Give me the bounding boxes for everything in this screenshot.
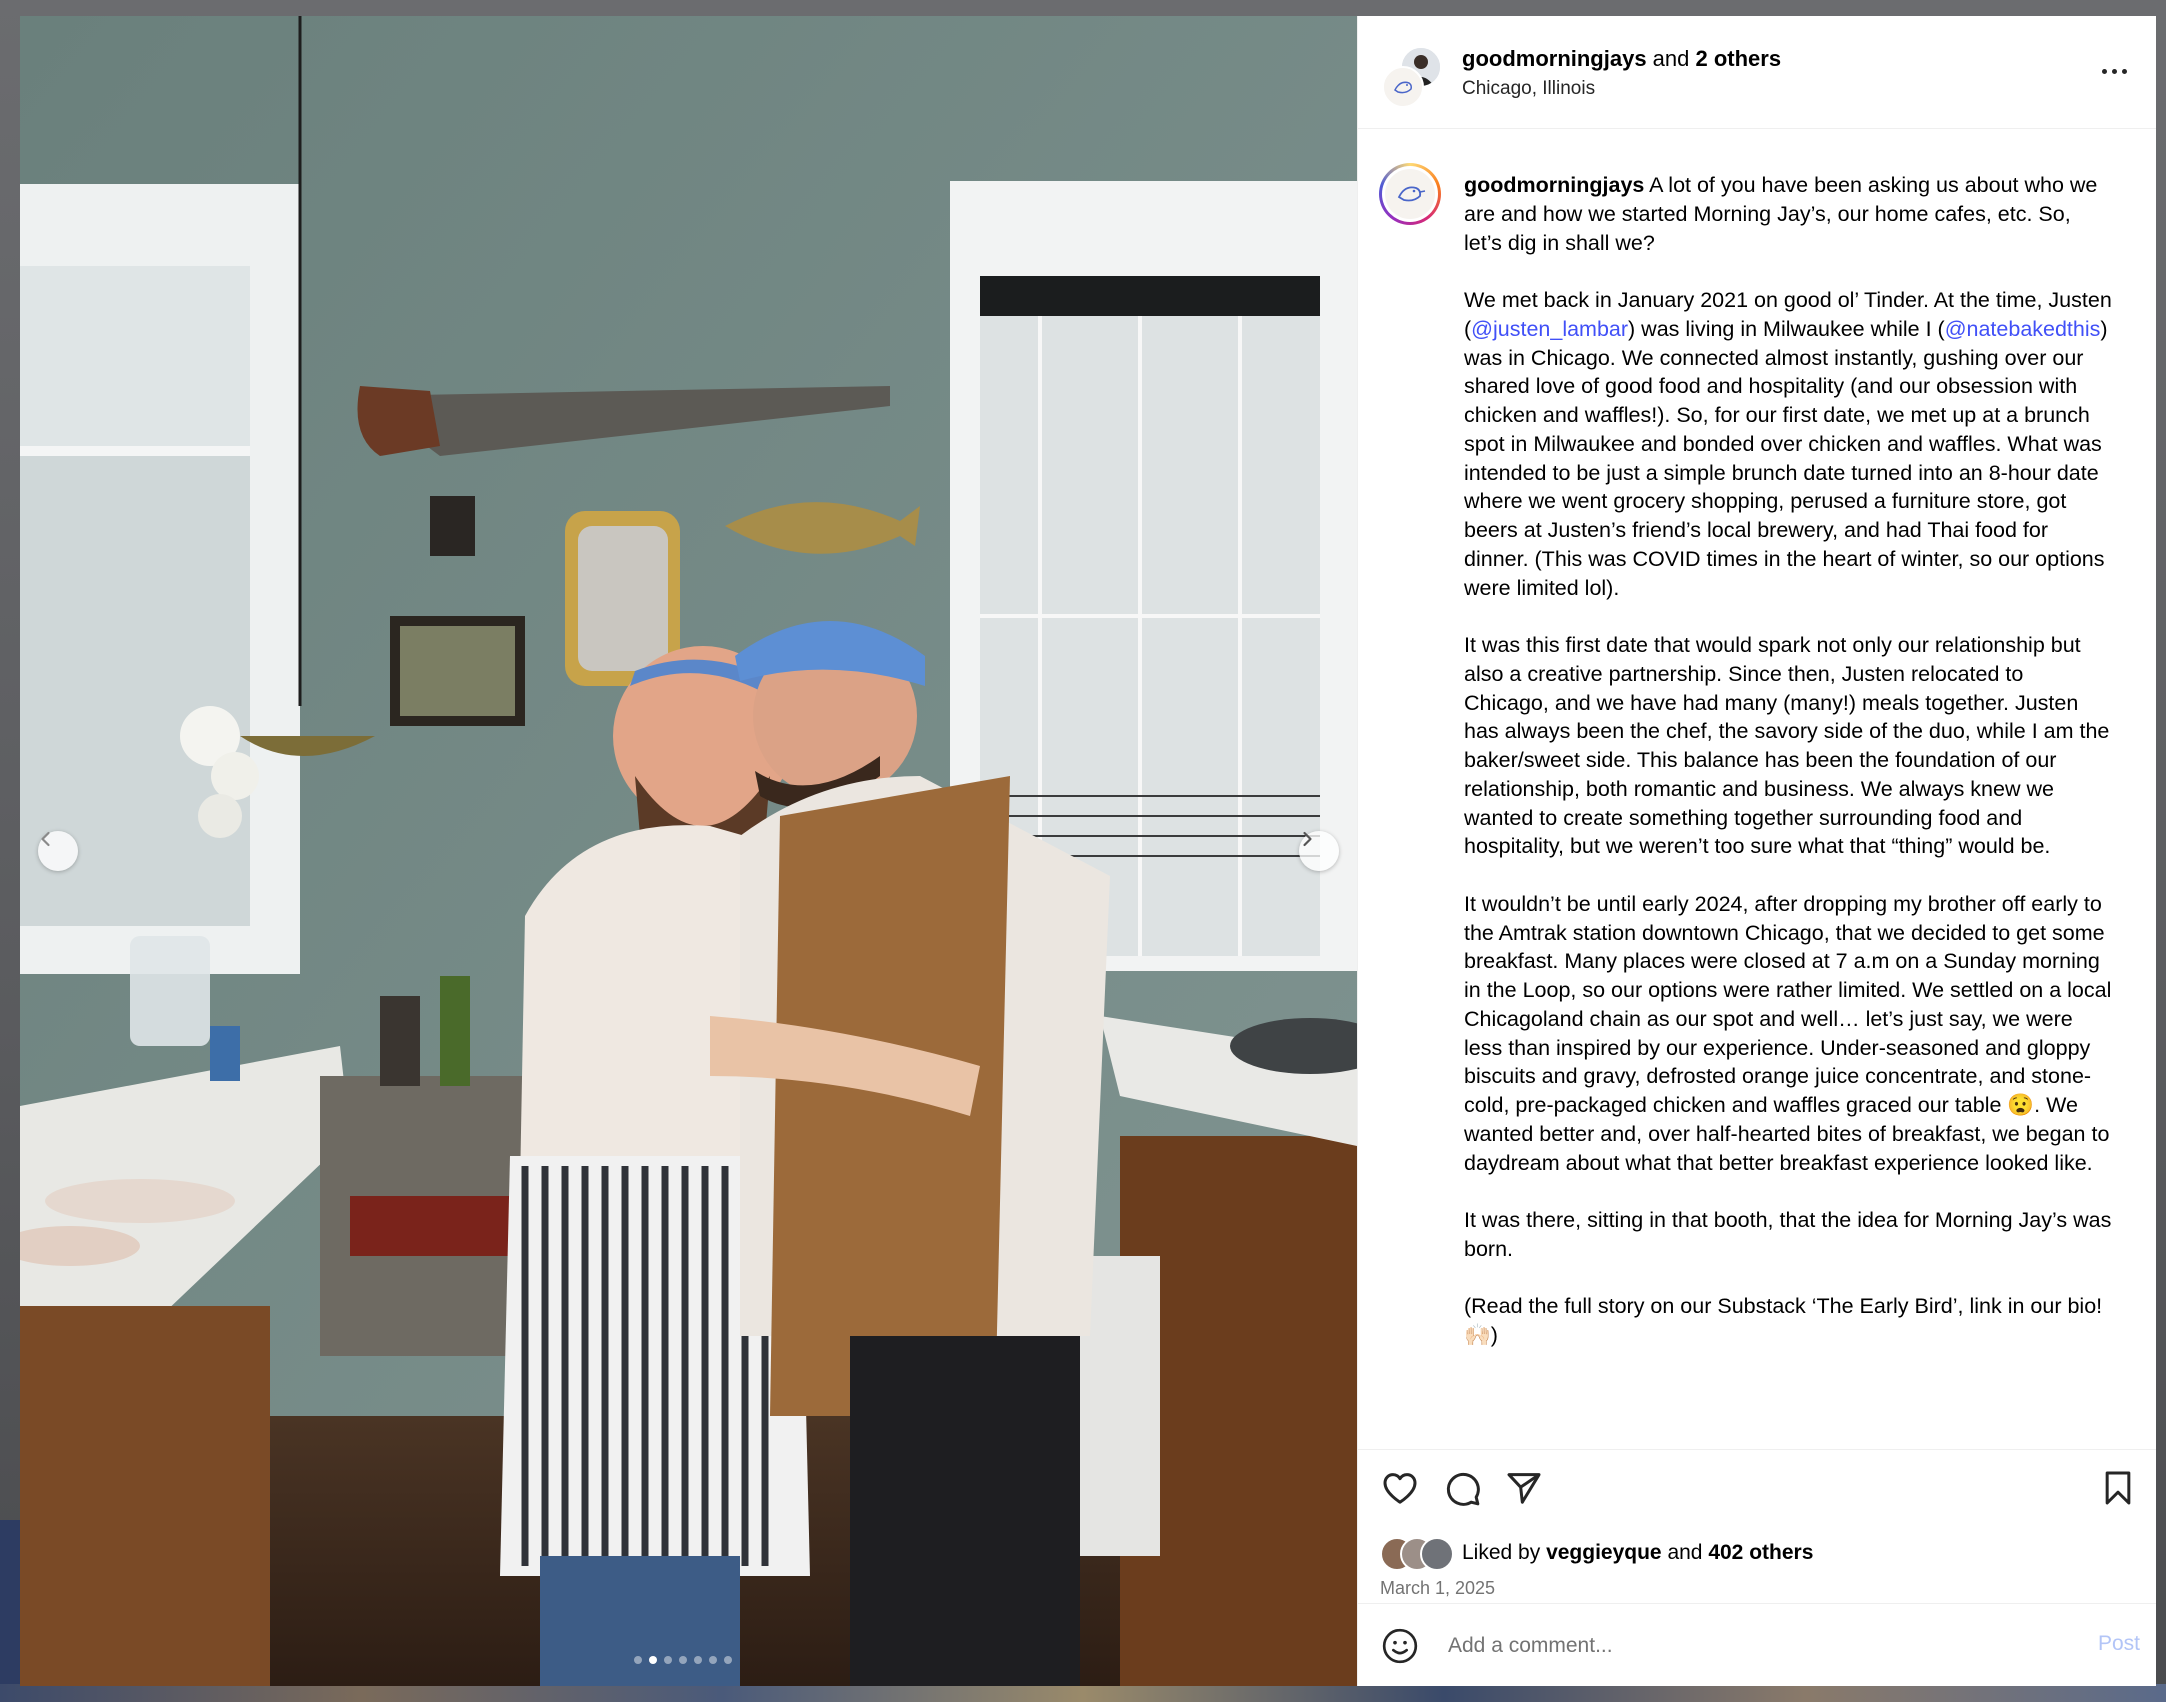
chevron-left-icon: [41, 831, 50, 847]
carousel-next-button[interactable]: [1299, 831, 1339, 871]
others-link[interactable]: 2 others: [1696, 46, 1782, 71]
author-username[interactable]: goodmorningjays: [1462, 46, 1647, 71]
ellipsis-icon: [2121, 68, 2127, 74]
more-options-button[interactable]: [2094, 56, 2134, 86]
liker-avatar: [1420, 1537, 1454, 1571]
liker-username[interactable]: veggieyque: [1546, 1541, 1662, 1564]
caption-scroll-area[interactable]: goodmorningjays A lot of you have been a…: [1358, 129, 2156, 1449]
emoji-button[interactable]: [1380, 1626, 1420, 1671]
caption-paragraph: (Read the full story on our Substack ‘Th…: [1464, 1294, 2103, 1347]
carousel-dot-active[interactable]: [649, 1656, 657, 1664]
bird-logo-icon: [1397, 186, 1426, 202]
paper-plane-icon: [1507, 1473, 1541, 1504]
caption-username[interactable]: goodmorningjays: [1464, 173, 1644, 197]
post-comment-button[interactable]: Post: [2098, 1632, 2140, 1656]
carousel-dot[interactable]: [679, 1656, 687, 1664]
carousel-dot[interactable]: [664, 1656, 672, 1664]
save-button[interactable]: [2098, 1468, 2138, 1513]
carousel-prev-button[interactable]: [38, 831, 78, 871]
post-modal: goodmorningjays and 2 others Chicago, Il…: [20, 16, 2156, 1686]
caption-paragraph: It was there, sitting in that booth, tha…: [1464, 1208, 2112, 1261]
comment-bubble-icon: [1446, 1472, 1480, 1506]
brand-avatar[interactable]: [1382, 66, 1424, 108]
comment-input[interactable]: [1446, 1624, 2010, 1668]
carousel-dots: [634, 1656, 732, 1664]
caption-paragraph: It was this first date that would spark …: [1464, 633, 2110, 859]
likes-text: Liked by veggieyque and 402 others: [1462, 1541, 1813, 1565]
share-button[interactable]: [1504, 1468, 1544, 1513]
post-photo: [20, 16, 1357, 1686]
smiley-icon: [1382, 1628, 1418, 1664]
liker-avatars[interactable]: [1380, 1537, 1460, 1571]
comment-button[interactable]: [1442, 1468, 1482, 1513]
likes-count-link[interactable]: 402 others: [1708, 1541, 1813, 1564]
ellipsis-icon: [2111, 68, 2117, 74]
likes-and: and: [1661, 1541, 1709, 1564]
caption-text: ) was living in Milwaukee while I (: [1628, 316, 1945, 341]
backdrop-thumbnail-left: [0, 1520, 20, 1702]
like-button[interactable]: [1380, 1468, 1420, 1513]
comment-bar: Post: [1358, 1603, 2156, 1686]
bookmark-icon: [2105, 1471, 2131, 1505]
backdrop-grid-strip: [0, 1684, 2166, 1702]
carousel-dot[interactable]: [709, 1656, 717, 1664]
likes-summary: Liked by veggieyque and 402 others: [1380, 1536, 1813, 1571]
post-caption: goodmorningjays A lot of you have been a…: [1464, 171, 2114, 1379]
ellipsis-icon: [2101, 68, 2107, 74]
kitchen-photo-illustration: [20, 16, 1357, 1686]
post-header: goodmorningjays and 2 others Chicago, Il…: [1358, 16, 2156, 129]
caption-paragraph: It wouldn’t be until early 2024, after d…: [1464, 891, 2112, 1175]
post-side-panel: goodmorningjays and 2 others Chicago, Il…: [1357, 16, 2156, 1686]
post-author-line: goodmorningjays and 2 others: [1462, 46, 1781, 72]
heart-icon: [1383, 1473, 1417, 1504]
bird-logo-icon: [1384, 68, 1422, 106]
chevron-right-icon: [1303, 831, 1312, 847]
collab-avatars[interactable]: [1382, 46, 1442, 108]
mention-link[interactable]: @natebakedthis: [1945, 317, 2101, 341]
carousel-dot[interactable]: [694, 1656, 702, 1664]
caption-text: ) was in Chicago. We connected almost in…: [1464, 316, 2108, 600]
mention-link[interactable]: @justen_lambar: [1471, 317, 1628, 341]
caption-author-avatar[interactable]: [1379, 163, 1441, 225]
post-location[interactable]: Chicago, Illinois: [1462, 78, 1595, 100]
likes-prefix: Liked by: [1462, 1541, 1547, 1564]
carousel-dot[interactable]: [724, 1656, 732, 1664]
post-actions: Liked by veggieyque and 402 others March…: [1358, 1449, 2156, 1620]
carousel-dot[interactable]: [634, 1656, 642, 1664]
and-text: and: [1646, 46, 1696, 71]
post-date[interactable]: March 1, 2025: [1380, 1578, 1495, 1599]
